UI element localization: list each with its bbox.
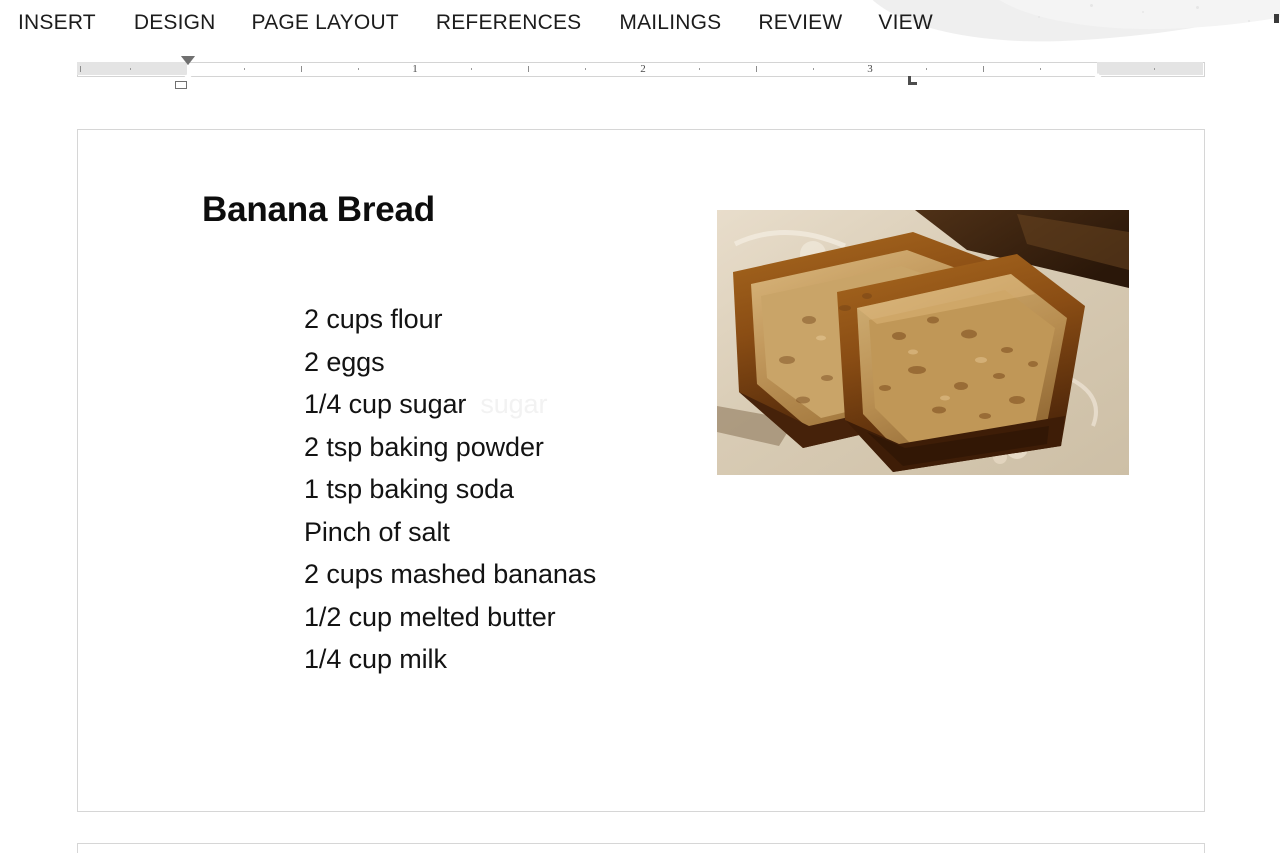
horizontal-ruler[interactable]: 1 2 3 [77, 56, 1205, 89]
ruler-tick [983, 66, 984, 72]
ruler-tick [301, 66, 302, 72]
ribbon-tab-insert[interactable]: INSERT [18, 0, 96, 46]
ingredient-item[interactable]: 1/4 cup sugar sugar [304, 383, 596, 426]
banana-bread-photo-graphic [717, 210, 1129, 475]
page-1-body[interactable]: Banana Bread 2 cups flour 2 eggs 1/4 cup s… [78, 130, 1204, 811]
right-indent-marker[interactable] [1091, 73, 1105, 81]
ribbon-tab-page-layout[interactable]: PAGE LAYOUT [252, 0, 399, 46]
ingredient-text: 1/4 cup sugar [304, 389, 467, 419]
document-page-2[interactable] [77, 843, 1205, 853]
ruler-tick [80, 66, 81, 72]
ingredient-item[interactable]: 1/4 cup milk [304, 638, 596, 681]
left-indent-marker[interactable] [175, 81, 187, 89]
ribbon-tab-strip: INSERT DESIGN PAGE LAYOUT REFERENCES MAI… [0, 0, 1280, 46]
ruler-tick [471, 68, 472, 70]
drag-ghost-text: sugar [480, 389, 548, 419]
left-tab-stop-marker[interactable] [908, 76, 917, 85]
ingredient-text: 2 cups flour [304, 304, 443, 334]
ingredient-text: Pinch of salt [304, 516, 450, 547]
ribbon-tab-design[interactable]: DESIGN [134, 0, 216, 46]
ruler-number-1: 1 [412, 63, 418, 75]
ingredient-text: 1/4 cup milk [304, 644, 447, 674]
ribbon-tab-review[interactable]: REVIEW [758, 0, 842, 46]
ruler-tick [756, 66, 757, 72]
ingredient-item[interactable]: 2 cups mashed bananas [304, 553, 596, 596]
ingredient-text: 2 cups mashed bananas [304, 559, 597, 589]
ingredient-list: 2 cups flour 2 eggs 1/4 cup sugar sugar 2 ts… [304, 298, 596, 681]
ruler-tick [1154, 68, 1155, 70]
document-canvas[interactable]: Banana Bread 2 cups flour 2 eggs 1/4 cup s… [0, 90, 1280, 853]
ruler-number-3: 3 [867, 63, 873, 75]
ruler-tick [813, 68, 814, 70]
ingredient-item[interactable]: 1 tsp baking soda [304, 468, 596, 511]
first-line-indent-marker[interactable] [181, 56, 195, 65]
ribbon-tab-mailings[interactable]: MAILINGS [619, 0, 721, 46]
ingredient-text: 1/2 cup melted butter [304, 601, 556, 632]
ribbon-tab-references[interactable]: REFERENCES [436, 0, 582, 46]
ruler-left-margin-zone [77, 62, 187, 75]
ruler-tick [926, 68, 927, 70]
ingredient-text: 1 tsp baking soda [304, 474, 514, 504]
ruler-tick [528, 66, 529, 72]
banana-bread-photo[interactable] [717, 210, 1129, 475]
ruler-tick [699, 68, 700, 70]
word-document-window: INSERT DESIGN PAGE LAYOUT REFERENCES MAI… [0, 0, 1280, 853]
ingredient-item[interactable]: Pinch of salt [304, 511, 596, 554]
ruler-tick [1040, 68, 1041, 70]
ingredient-item[interactable]: 2 cups flour [304, 298, 596, 341]
ingredient-item[interactable]: 2 tsp baking powder [304, 426, 596, 469]
ruler-tick [358, 68, 359, 70]
ruler-tick [585, 68, 586, 70]
page-title: Banana Bread [202, 190, 435, 229]
ingredient-text: 2 eggs [304, 346, 385, 377]
ingredient-text: 2 tsp baking powder [304, 431, 544, 462]
ruler-number-2: 2 [640, 63, 646, 75]
ribbon-tab-view[interactable]: VIEW [878, 0, 932, 46]
document-page-1[interactable]: Banana Bread 2 cups flour 2 eggs 1/4 cup s… [77, 129, 1205, 812]
ruler-tick [130, 68, 131, 70]
ruler-right-margin-zone [1097, 62, 1203, 75]
ingredient-item[interactable]: 1/2 cup melted butter [304, 596, 596, 639]
ingredient-item[interactable]: 2 eggs [304, 341, 596, 384]
page-2-body[interactable] [78, 844, 1204, 853]
hanging-indent-marker[interactable] [181, 73, 195, 81]
ruler-tick [244, 68, 245, 70]
